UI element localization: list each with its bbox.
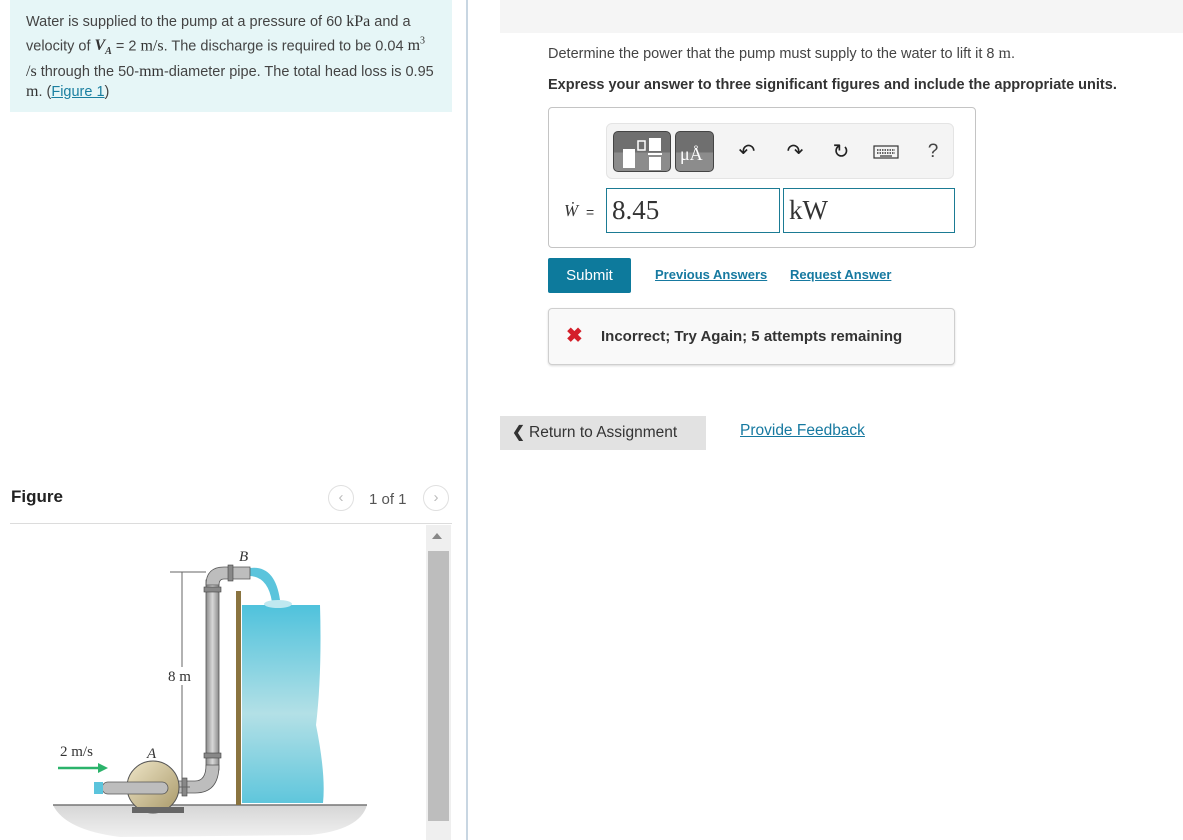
column-divider: [466, 0, 468, 840]
figure-header: Figure ‹ 1 of 1 ›: [10, 484, 452, 524]
problem-text: Water is supplied to the pump at a press…: [26, 14, 347, 30]
previous-figure-button[interactable]: ‹: [328, 485, 354, 511]
unit-m3: m3: [407, 36, 426, 55]
vertical-pipe: [205, 579, 220, 771]
inlet-pipe: [101, 781, 169, 795]
reset-button[interactable]: ↻: [829, 140, 853, 164]
problem-statement: Water is supplied to the pump at a press…: [10, 0, 452, 112]
variable-va: VA: [94, 37, 112, 57]
question-end: .: [1010, 46, 1016, 62]
figure-title: Figure: [11, 487, 63, 506]
chevron-left-icon: ‹: [338, 489, 344, 506]
pipe-flange: [203, 752, 222, 759]
problem-text: . (: [38, 83, 52, 100]
submit-button[interactable]: Submit: [548, 258, 631, 293]
unit-m: m: [26, 82, 39, 100]
return-to-assignment-button[interactable]: ❮ Return to Assignment: [500, 416, 706, 450]
scrollbar-thumb[interactable]: [428, 551, 449, 821]
templates-button[interactable]: [613, 131, 671, 172]
return-label: Return to Assignment: [529, 424, 678, 441]
answer-value-input[interactable]: 8.45: [606, 188, 780, 233]
figure-image: 8 m 2 m/s A B: [10, 525, 452, 840]
previous-answers-link[interactable]: Previous Answers: [655, 267, 767, 282]
keyboard-button[interactable]: [871, 140, 901, 164]
provide-feedback-link[interactable]: Provide Feedback: [740, 422, 865, 440]
chevron-right-icon: ›: [433, 489, 439, 506]
scroll-up-arrow-icon[interactable]: [432, 533, 442, 539]
chevron-left-icon: ❮: [512, 424, 525, 441]
splash: [264, 600, 292, 608]
units-icon: μÅ: [680, 144, 703, 164]
velocity-arrowhead: [98, 763, 108, 773]
answer-units-input[interactable]: kW: [783, 188, 955, 233]
unit-m: m: [407, 37, 421, 55]
problem-text: ): [104, 83, 110, 100]
redo-button[interactable]: ↷: [783, 140, 807, 164]
undo-button[interactable]: ↶: [735, 140, 759, 164]
pipe-flange: [227, 564, 234, 582]
point-b-label: B: [239, 549, 248, 565]
problem-text: = 2: [111, 38, 141, 55]
problem-text: through the 50-: [36, 63, 140, 80]
equals-sign: =: [586, 204, 595, 220]
unit-mm: mm: [139, 62, 164, 80]
answer-box: μÅ ↶ ↷ ↻ ? Ẇ = 8.45 kW: [548, 107, 976, 248]
top-bar: [500, 0, 1183, 33]
water-stream: [250, 567, 280, 602]
answer-variable: Ẇ: [564, 201, 579, 220]
question-text: Determine the power that the pump must s…: [548, 45, 1015, 63]
problem-text: . The discharge is required to be 0.04: [163, 38, 408, 55]
help-button[interactable]: ?: [921, 140, 945, 164]
keyboard-icon: [873, 145, 899, 159]
incorrect-x-icon: ✖: [566, 325, 583, 347]
pump-diagram: 8 m 2 m/s A B: [53, 549, 367, 837]
figure-link[interactable]: Figure 1: [51, 84, 104, 100]
velocity-label: 2 m/s: [60, 744, 93, 760]
undo-icon: ↶: [738, 141, 756, 163]
request-answer-link[interactable]: Request Answer: [790, 267, 891, 282]
answer-instruction: Express your answer to three significant…: [548, 77, 1117, 93]
point-a-label: A: [146, 746, 157, 762]
feedback-message: ✖ Incorrect; Try Again; 5 attempts remai…: [548, 308, 955, 365]
inlet-water: [94, 782, 103, 794]
pump-base: [132, 807, 184, 813]
pipe-flange: [203, 586, 222, 593]
problem-text: -diameter pipe. The total head loss is 0…: [163, 63, 434, 80]
height-label: 8 m: [168, 669, 191, 685]
unit-s: /s: [26, 62, 37, 80]
question-unit: m: [998, 45, 1011, 62]
unit-ms: m/s: [140, 37, 164, 55]
redo-icon: ↷: [786, 141, 804, 163]
figure-page-indicator: 1 of 1: [369, 491, 407, 508]
feedback-text: Incorrect; Try Again; 5 attempts remaini…: [601, 328, 903, 345]
next-figure-button[interactable]: ›: [423, 485, 449, 511]
tank-wall: [236, 591, 241, 805]
tank-water: [242, 605, 324, 803]
units-button[interactable]: μÅ: [675, 131, 714, 172]
math-toolbar: μÅ ↶ ↷ ↻ ?: [606, 123, 954, 179]
templates-icon: [623, 138, 662, 170]
variable-v: V: [94, 37, 106, 55]
variable-subscript: A: [105, 46, 112, 58]
ground: [53, 805, 367, 837]
question-body: Determine the power that the pump must s…: [548, 46, 999, 62]
unit-superscript: 3: [420, 36, 426, 47]
reset-icon: ↻: [832, 141, 850, 163]
unit-kpa: kPa: [346, 13, 371, 30]
